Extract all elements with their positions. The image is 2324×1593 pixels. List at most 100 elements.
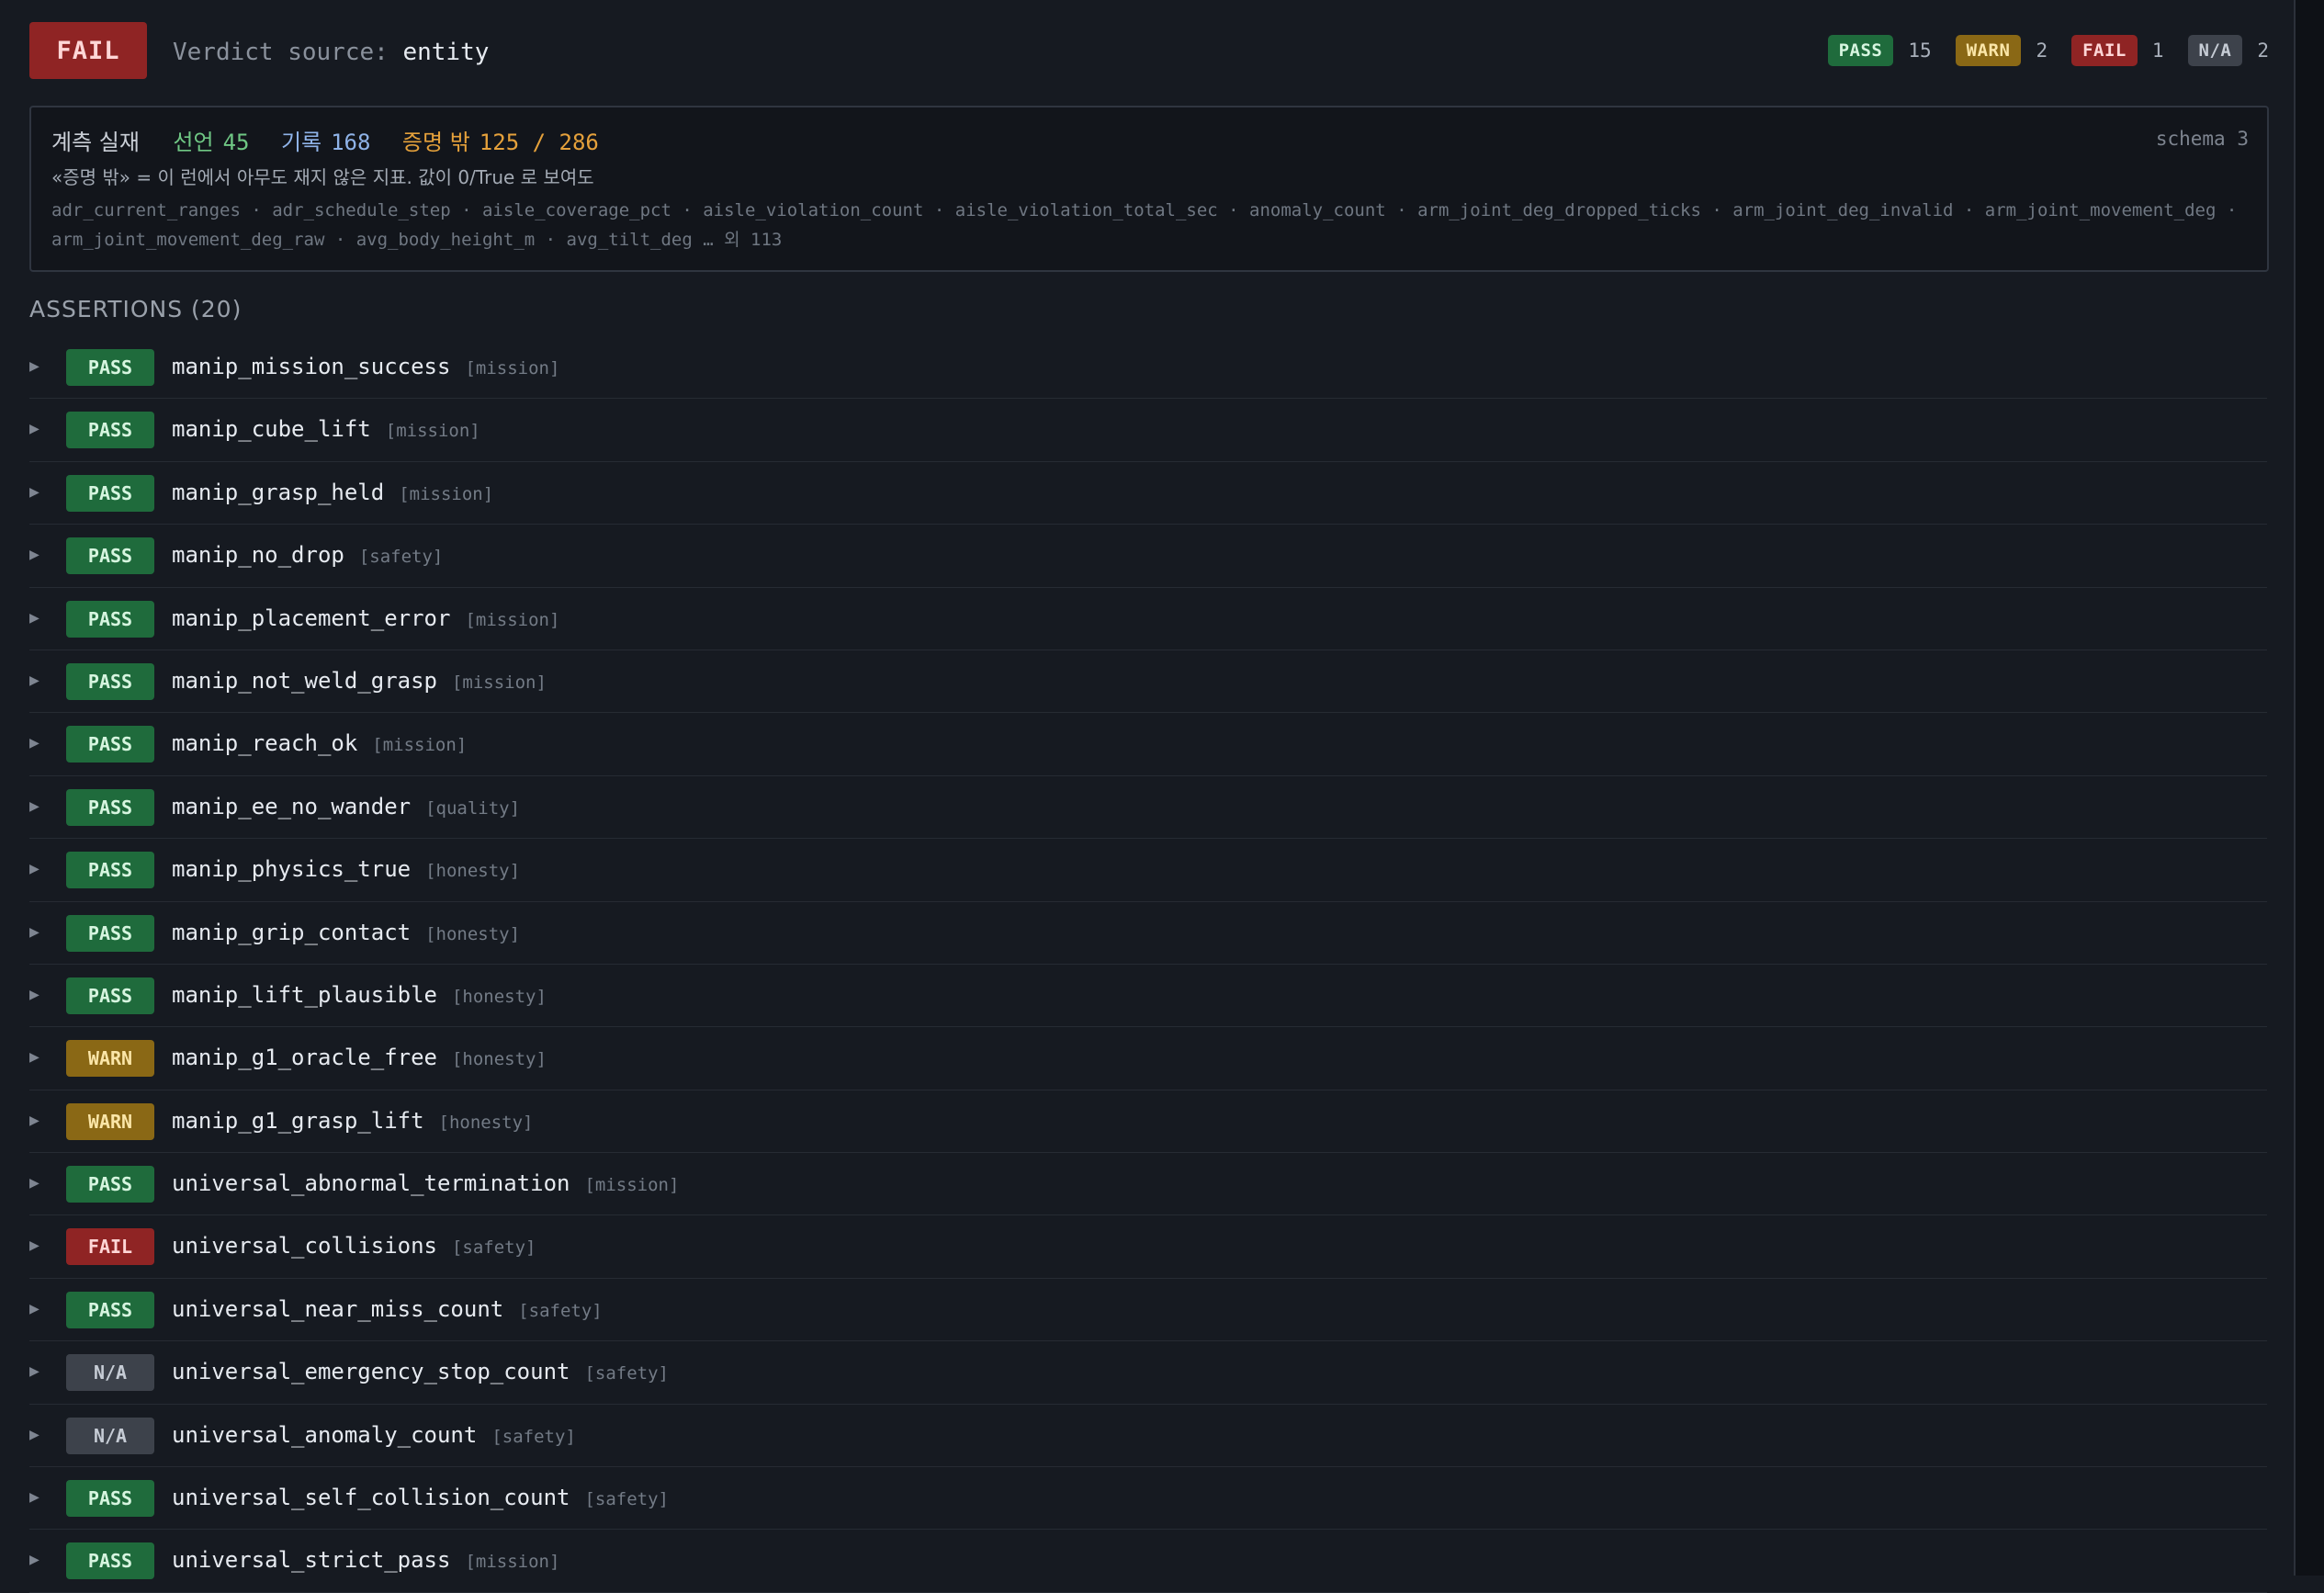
assertion-name-text: universal_anomaly_count: [172, 1421, 478, 1448]
warn-count-chip: WARN: [1955, 35, 2022, 66]
assertion-row[interactable]: ▶ PASS manip_physics_true [honesty]: [29, 839, 2267, 902]
assertion-name-text: universal_strict_pass: [172, 1547, 451, 1574]
assertion-category: [honesty]: [425, 861, 521, 882]
assertion-row[interactable]: ▶ PASS manip_lift_plausible [honesty]: [29, 965, 2267, 1028]
assertion-row[interactable]: ▶ PASS universal_strict_pass [mission]: [29, 1530, 2267, 1593]
assertion-row[interactable]: ▶ N/A universal_emergency_stop_count [safet…: [29, 1341, 2267, 1405]
assertion-name: universal_abnormal_termination [mission]: [172, 1170, 679, 1196]
report-page: FAIL Verdict source: entity PASS 15 WARN…: [0, 0, 2296, 1593]
schema-version: schema 3: [2155, 128, 2249, 150]
expand-arrow-icon[interactable]: ▶: [29, 1047, 39, 1067]
assertion-row[interactable]: ▶ PASS manip_cube_lift [mission]: [29, 399, 2267, 462]
expand-arrow-icon[interactable]: ▶: [29, 1173, 39, 1192]
fail-count-chip: FAIL: [2071, 35, 2138, 66]
expand-arrow-icon[interactable]: ▶: [29, 733, 39, 752]
expand-arrow-icon[interactable]: ▶: [29, 482, 39, 502]
assertion-name-text: manip_lift_plausible: [172, 981, 437, 1008]
status-badge: PASS: [66, 977, 154, 1014]
status-badge: PASS: [66, 537, 154, 575]
assertion-category: [mission]: [465, 1552, 560, 1573]
observed-title: 계측 실재: [51, 130, 140, 155]
assertions-title: ASSERTIONS (20): [29, 296, 243, 322]
scrollbar[interactable]: [2296, 0, 2324, 1576]
status-badge: PASS: [66, 788, 154, 826]
status-badge: PASS: [66, 600, 154, 638]
expand-arrow-icon[interactable]: ▶: [29, 356, 39, 376]
assertion-row[interactable]: ▶ WARN manip_g1_grasp_lift [honesty]: [29, 1090, 2267, 1154]
expand-arrow-icon[interactable]: ▶: [29, 1550, 39, 1569]
observed-metrics-panel: 계측 실재 선언 45 기록 168 증명 밖 125 / 286 schema 3 …: [29, 106, 2269, 272]
assertion-category: [mission]: [584, 1175, 680, 1196]
assertion-name-text: universal_abnormal_termination: [172, 1170, 570, 1197]
fail-count: 1: [2151, 40, 2164, 62]
assertion-row[interactable]: ▶ PASS universal_abnormal_termination [miss…: [29, 1153, 2267, 1216]
pass-count: 15: [1908, 40, 1932, 62]
assertion-row[interactable]: ▶ PASS manip_mission_success [mission]: [29, 336, 2267, 400]
assertion-row[interactable]: ▶ FAIL universal_collisions [safety]: [29, 1215, 2267, 1279]
assertion-name-text: manip_reach_ok: [172, 730, 358, 757]
observed-summary: 계측 실재 선언 45 기록 168 증명 밖 125 / 286: [51, 124, 617, 156]
assertion-name-text: manip_g1_oracle_free: [172, 1045, 437, 1071]
assertion-name-text: manip_physics_true: [172, 856, 412, 883]
assertion-name-text: manip_grip_contact: [172, 919, 412, 945]
assertion-name: universal_self_collision_count [safety]: [172, 1485, 669, 1510]
assertion-category: [mission]: [372, 735, 468, 756]
expand-arrow-icon[interactable]: ▶: [29, 985, 39, 1004]
assertion-name: manip_cube_lift [mission]: [172, 416, 480, 442]
expand-arrow-icon[interactable]: ▶: [29, 1487, 39, 1507]
assertion-name: universal_strict_pass [mission]: [172, 1547, 559, 1573]
assertion-name-text: universal_emergency_stop_count: [172, 1359, 570, 1385]
assertion-name: universal_anomaly_count [safety]: [172, 1422, 576, 1448]
assertion-category: [mission]: [451, 672, 547, 693]
expand-arrow-icon[interactable]: ▶: [29, 859, 39, 878]
assertion-name-text: universal_self_collision_count: [172, 1485, 570, 1511]
assertion-row[interactable]: ▶ PASS manip_placement_error [mission]: [29, 588, 2267, 650]
assertion-category: [honesty]: [451, 1049, 547, 1070]
expand-arrow-icon[interactable]: ▶: [29, 1425, 39, 1444]
assertion-name: manip_physics_true [honesty]: [172, 856, 520, 882]
assertion-category: [safety]: [584, 1363, 669, 1384]
unproven-label: 증명 밖: [401, 130, 470, 155]
expand-arrow-icon[interactable]: ▶: [29, 1111, 39, 1130]
status-badge: PASS: [66, 349, 154, 386]
status-badge: PASS: [66, 914, 154, 952]
assertion-category: [mission]: [465, 609, 560, 630]
status-badge: PASS: [66, 852, 154, 889]
assertion-row[interactable]: ▶ N/A universal_anomaly_count [safety]: [29, 1405, 2267, 1468]
assertion-name: manip_mission_success [mission]: [172, 354, 559, 379]
assertion-name-text: universal_collisions: [172, 1233, 437, 1260]
expand-arrow-icon[interactable]: ▶: [29, 545, 39, 564]
assertion-name: manip_placement_error [mission]: [172, 605, 559, 631]
verdict-header: FAIL Verdict source: entity PASS 15 WARN…: [29, 22, 2269, 79]
expand-arrow-icon[interactable]: ▶: [29, 922, 39, 942]
assertion-row[interactable]: ▶ PASS manip_not_weld_grasp [mission]: [29, 650, 2267, 714]
assertion-category: [mission]: [465, 358, 560, 378]
assertion-row[interactable]: ▶ WARN manip_g1_oracle_free [honesty]: [29, 1027, 2267, 1090]
assertion-name: manip_g1_grasp_lift [honesty]: [172, 1108, 534, 1134]
assertion-category: [safety]: [518, 1300, 603, 1321]
assertion-name-text: manip_cube_lift: [172, 416, 371, 443]
assertion-name: manip_no_drop [safety]: [172, 542, 443, 568]
assertion-row[interactable]: ▶ PASS universal_near_miss_count [safety]: [29, 1279, 2267, 1342]
na-count-chip: N/A: [2187, 35, 2243, 66]
assertion-category: [quality]: [425, 797, 521, 819]
assertion-row[interactable]: ▶ PASS manip_reach_ok [mission]: [29, 713, 2267, 776]
assertion-name: manip_grasp_held [mission]: [172, 480, 493, 505]
assertion-row[interactable]: ▶ PASS manip_grip_contact [honesty]: [29, 902, 2267, 965]
expand-arrow-icon[interactable]: ▶: [29, 419, 39, 438]
declared-label: 선언: [173, 130, 214, 155]
expand-arrow-icon[interactable]: ▶: [29, 608, 39, 627]
expand-arrow-icon[interactable]: ▶: [29, 1236, 39, 1255]
expand-arrow-icon[interactable]: ▶: [29, 1299, 39, 1318]
expand-arrow-icon[interactable]: ▶: [29, 1361, 39, 1381]
assertion-row[interactable]: ▶ PASS manip_grasp_held [mission]: [29, 462, 2267, 525]
assertion-category: [safety]: [358, 547, 444, 568]
declared-count: 45: [222, 130, 250, 155]
assertion-name: manip_ee_no_wander [quality]: [172, 794, 520, 819]
expand-arrow-icon[interactable]: ▶: [29, 796, 39, 816]
expand-arrow-icon[interactable]: ▶: [29, 671, 39, 690]
assertion-row[interactable]: ▶ PASS manip_no_drop [safety]: [29, 525, 2267, 588]
assertion-row[interactable]: ▶ PASS manip_ee_no_wander [quality]: [29, 776, 2267, 840]
na-count: 2: [2257, 40, 2269, 62]
assertion-row[interactable]: ▶ PASS universal_self_collision_count [safe…: [29, 1467, 2267, 1531]
